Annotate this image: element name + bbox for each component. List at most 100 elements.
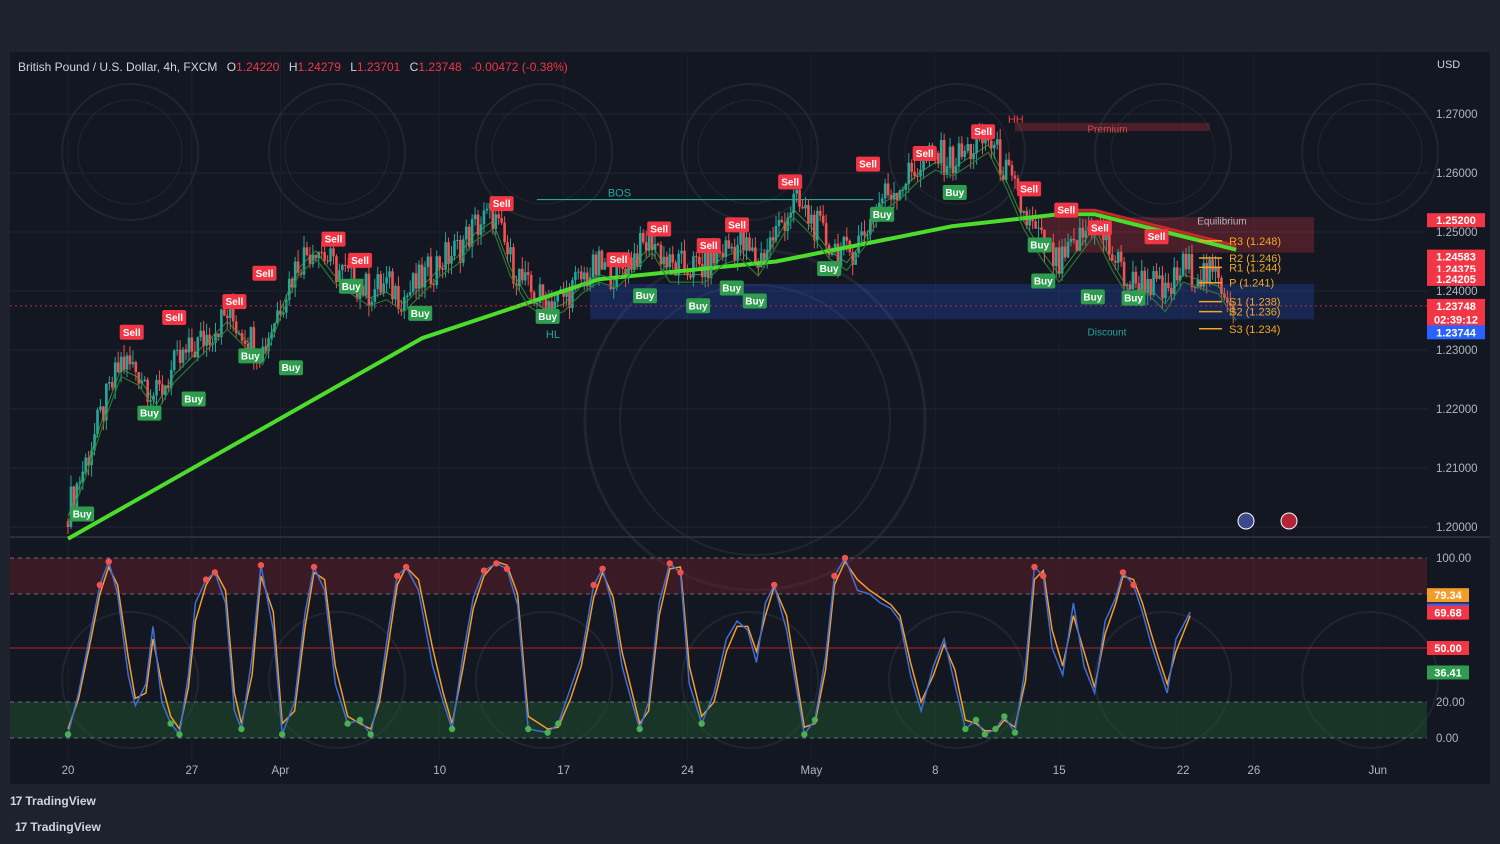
candle-body bbox=[344, 264, 347, 266]
bullish-cross-dot bbox=[636, 725, 643, 733]
candle-body bbox=[432, 284, 436, 286]
sell-signal-label: Sell bbox=[610, 255, 628, 266]
high-label: H bbox=[288, 60, 298, 74]
sell-signal: Sell bbox=[1087, 220, 1112, 236]
watermark-ring-icon bbox=[1301, 83, 1439, 221]
candle-body bbox=[220, 309, 223, 338]
bullish-cross-dot bbox=[992, 725, 999, 733]
candle-body bbox=[184, 349, 188, 353]
buy-signal: Buy bbox=[279, 360, 304, 376]
candle-body bbox=[1181, 253, 1185, 276]
candle-body bbox=[1084, 231, 1088, 238]
candle-body bbox=[473, 214, 477, 220]
sell-signal: Sell bbox=[348, 252, 373, 268]
candle-body bbox=[818, 210, 822, 216]
candle-body bbox=[1211, 259, 1214, 272]
bullish-cross-dot bbox=[698, 720, 705, 727]
oversold-zone bbox=[10, 702, 1427, 738]
candle-body bbox=[503, 222, 506, 243]
change-value: -0.00472 (-0.38%) bbox=[471, 60, 568, 74]
symbol-title[interactable]: British Pound / U.S. Dollar, 4h, FXCM bbox=[18, 60, 217, 74]
candle-body bbox=[320, 252, 323, 254]
candle-body bbox=[810, 214, 813, 224]
candle-body bbox=[509, 247, 512, 255]
tradingview-logo-1[interactable]: 17 TradingView bbox=[10, 794, 96, 808]
tradingview-icon: 17 bbox=[15, 820, 27, 834]
bearish-cross-dot bbox=[599, 565, 606, 572]
candle-body bbox=[388, 271, 391, 278]
buy-signal: Buy bbox=[942, 184, 967, 200]
pivot-label: S2 (1.236) bbox=[1229, 307, 1280, 319]
candle-body bbox=[821, 215, 825, 224]
buy-signal-label: Buy bbox=[1083, 292, 1102, 303]
candle-body bbox=[771, 237, 775, 241]
sell-signal-label: Sell bbox=[1091, 223, 1109, 234]
buy-signal-label: Buy bbox=[820, 264, 839, 275]
bearish-cross-dot bbox=[105, 558, 112, 565]
candle-body bbox=[1066, 241, 1070, 258]
candle-body bbox=[1052, 242, 1055, 267]
candle-body bbox=[577, 271, 580, 273]
candle-body bbox=[727, 240, 731, 249]
price-tick-label: 1.20000 bbox=[1436, 522, 1478, 534]
candle-body bbox=[226, 315, 229, 318]
pivot-label: R3 (1.248) bbox=[1229, 236, 1281, 248]
bullish-cross-dot bbox=[238, 725, 245, 733]
candle-body bbox=[134, 362, 138, 373]
candle-body bbox=[1143, 270, 1147, 294]
buy-signal: Buy bbox=[70, 506, 95, 522]
sell-signal-label: Sell bbox=[225, 297, 243, 308]
pivot-label: S3 (1.234) bbox=[1229, 324, 1280, 336]
candle-body bbox=[1111, 254, 1114, 261]
buy-signal-label: Buy bbox=[945, 188, 964, 199]
oscillator-tag-label: 79.34 bbox=[1434, 590, 1462, 602]
price-tick-label: 1.21000 bbox=[1436, 463, 1478, 475]
candle-body bbox=[1022, 210, 1026, 213]
candle-body bbox=[506, 242, 509, 255]
candle-body bbox=[730, 246, 734, 249]
sell-signal-label: Sell bbox=[781, 177, 799, 188]
bearish-cross-dot bbox=[1130, 581, 1137, 589]
buy-signal: Buy bbox=[1027, 237, 1052, 253]
candle-body bbox=[1063, 246, 1067, 258]
oscillator-value-tag: 69.68 bbox=[1427, 605, 1469, 620]
oscillator-tick-label: 0.00 bbox=[1436, 733, 1458, 745]
price-tag: 1.25200 bbox=[1427, 213, 1485, 228]
uk-flag-icon bbox=[1280, 512, 1298, 530]
chart-annotation: HH bbox=[1008, 114, 1024, 126]
time-tick-label: 8 bbox=[932, 765, 938, 777]
candle-body bbox=[1007, 159, 1011, 166]
candle-body bbox=[807, 204, 810, 224]
bearish-cross-dot bbox=[771, 581, 778, 589]
candle-body bbox=[603, 262, 607, 270]
candle-body bbox=[110, 382, 114, 388]
buy-signal: Buy bbox=[408, 305, 433, 321]
time-tick-label: 24 bbox=[681, 765, 694, 777]
bearish-cross-dot bbox=[257, 562, 265, 569]
time-tick-label: 27 bbox=[186, 765, 199, 777]
bullish-cross-dot bbox=[167, 720, 174, 727]
price-tag-label: 1.24583 bbox=[1436, 252, 1476, 264]
candle-body bbox=[1205, 263, 1208, 283]
bullish-cross-dot bbox=[1011, 729, 1019, 736]
candle-body bbox=[158, 380, 161, 385]
bearish-cross-dot bbox=[1119, 569, 1127, 576]
tradingview-logo-2[interactable]: 17 TradingView bbox=[15, 820, 101, 834]
chart-canvas[interactable]: R3 (1.248)R2 (1.246)R1 (1.244)P (1.241)S… bbox=[0, 0, 1500, 844]
bullish-cross-dot bbox=[801, 731, 808, 738]
candle-body bbox=[181, 349, 185, 363]
candle-body bbox=[453, 240, 456, 257]
time-axis: 20 27 Apr 10 17 24 May 8 15 22 26 Jun bbox=[62, 765, 1387, 777]
candle-body bbox=[172, 350, 176, 370]
bearish-cross-dot bbox=[677, 569, 684, 576]
buy-signal: Buy bbox=[181, 391, 206, 407]
candle-body bbox=[1190, 254, 1194, 288]
candle-body bbox=[706, 249, 710, 279]
candle-body bbox=[1134, 271, 1138, 284]
bullish-cross-dot bbox=[344, 720, 351, 727]
sell-signal-label: Sell bbox=[974, 127, 992, 138]
sell-signal-label: Sell bbox=[650, 225, 668, 236]
candle-body bbox=[405, 295, 409, 297]
buy-signal: Buy bbox=[137, 405, 162, 421]
currency-label[interactable]: USD bbox=[1437, 59, 1460, 71]
